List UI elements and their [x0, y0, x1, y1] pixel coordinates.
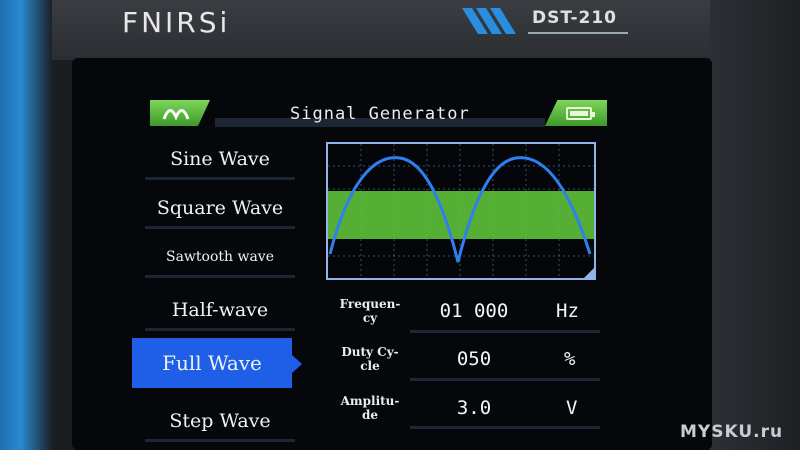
menu-item-step-wave[interactable]: Step Wave — [145, 403, 295, 442]
frequency-unit: Hz — [556, 300, 579, 322]
frequency-value[interactable]: 01 000 — [414, 300, 534, 322]
model-stripes-icon — [462, 8, 516, 34]
menu-item-half-wave[interactable]: Half-wave — [145, 292, 295, 331]
amplitude-unit: V — [566, 397, 578, 419]
battery-icon — [566, 107, 595, 120]
device-top-bezel — [0, 0, 800, 60]
waveform-plot — [328, 144, 594, 278]
selection-pointer — [292, 355, 302, 373]
watermark: MYSKU.ru — [680, 422, 784, 442]
amplitude-label: Amplitu-de — [340, 394, 400, 422]
waveform-preview — [326, 142, 596, 280]
brand-logo: FNIRSi — [122, 6, 231, 39]
amplitude-band — [328, 191, 594, 239]
page-title: Signal Generator — [290, 104, 470, 124]
menu-item-full-wave[interactable]: Full Wave — [132, 338, 292, 388]
menu-item-sawtooth-wave[interactable]: Sawtooth wave — [145, 239, 295, 278]
duty-cycle-value[interactable]: 050 — [414, 348, 534, 370]
amplitude-value[interactable]: 3.0 — [414, 397, 534, 419]
wave-icon — [162, 109, 190, 121]
model-name: DST-210 — [532, 8, 617, 28]
model-underline — [528, 32, 628, 34]
device-right-edge — [710, 0, 800, 450]
duty-cycle-unit: % — [564, 348, 576, 370]
menu-item-square-wave[interactable]: Square Wave — [145, 190, 295, 229]
menu-item-sine-wave[interactable]: Sine Wave — [145, 141, 295, 180]
corner-marker — [584, 268, 594, 278]
device-left-edge — [0, 0, 52, 450]
duty-cycle-label: Duty Cy-cle — [341, 345, 399, 373]
frequency-label: Frequen-cy — [339, 297, 401, 325]
